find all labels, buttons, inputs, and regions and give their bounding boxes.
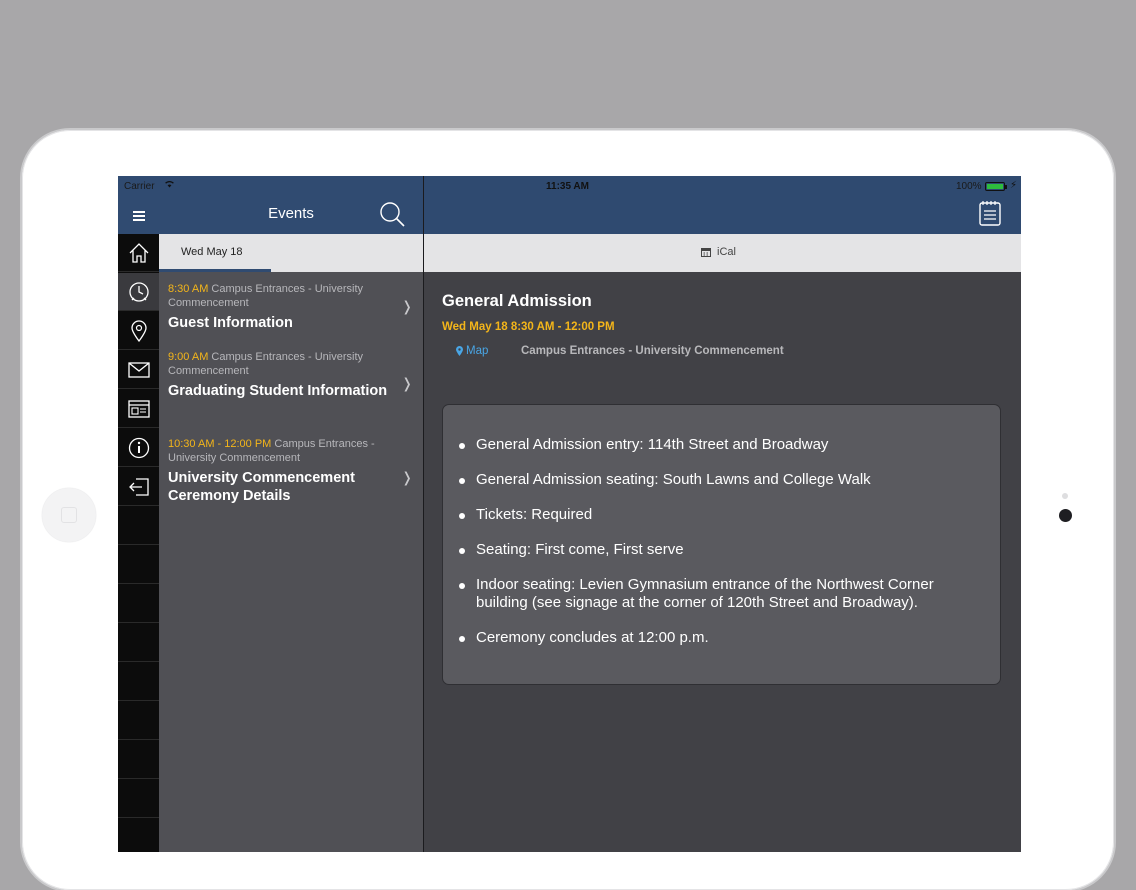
tab-date[interactable]: Wed May 18	[181, 246, 243, 258]
map-pin-icon	[130, 319, 147, 342]
detail-header	[424, 176, 1021, 234]
sidebar-slot	[118, 702, 159, 740]
list-item[interactable]: 10:30 AM - 12:00 PM Campus Entrances - U…	[159, 437, 423, 505]
wifi-icon	[164, 179, 175, 191]
event-meta: 10:30 AM - 12:00 PM Campus Entrances - U…	[168, 437, 399, 465]
notes-button[interactable]	[978, 200, 1002, 231]
notepad-icon	[979, 201, 1001, 226]
hamburger-icon	[132, 210, 145, 221]
event-meta: 9:00 AM Campus Entrances - University Co…	[168, 350, 399, 378]
app-screen: Carrier 11:35 AM 100% ⚡ Events Wed May 1…	[118, 176, 1021, 852]
clock-icon	[128, 281, 149, 302]
event-name: Graduating Student Information	[168, 383, 388, 399]
logout-icon	[128, 477, 149, 496]
mail-icon	[127, 361, 150, 378]
clock-time: 11:35 AM	[546, 181, 589, 192]
ical-button[interactable]: iCal	[701, 246, 736, 258]
sidebar-logout[interactable]	[118, 468, 159, 506]
info-icon	[128, 437, 149, 458]
bullet-item: Indoor seating: Levien Gymnasium entranc…	[459, 576, 978, 612]
sidebar-slot	[118, 546, 159, 584]
bullet-item: Seating: First come, First serve	[459, 541, 978, 559]
bullet-item: Ceremony concludes at 12:00 p.m.	[459, 629, 978, 647]
event-name: University Commencement Ceremony Details	[168, 470, 355, 504]
menu-button[interactable]	[118, 197, 159, 234]
event-time: 8:30 AM	[168, 283, 209, 295]
chevron-right-icon: ❭	[401, 469, 413, 485]
home-icon	[129, 242, 148, 263]
event-name: Guest Information	[168, 315, 293, 331]
list-item[interactable]: 8:30 AM Campus Entrances - University Co…	[159, 282, 423, 332]
battery-percent: 100%	[956, 181, 982, 192]
home-button[interactable]	[42, 488, 96, 542]
chevron-right-icon: ❭	[401, 375, 413, 391]
search-button[interactable]	[378, 200, 406, 233]
event-detail: General Admission Wed May 18 8:30 AM - 1…	[424, 272, 1021, 852]
sidebar-slot	[118, 624, 159, 662]
search-icon	[380, 202, 405, 227]
sidebar-slot	[118, 741, 159, 779]
bullet-item: Tickets: Required	[459, 506, 978, 524]
date-tab-bar: Wed May 18	[159, 234, 423, 272]
bullet-list: General Admission entry: 114th Street an…	[443, 405, 1000, 647]
sidebar-map[interactable]	[118, 312, 159, 350]
sidebar-info[interactable]	[118, 429, 159, 467]
calendar-icon	[701, 248, 711, 257]
charging-icon: ⚡	[1010, 180, 1018, 191]
carrier-label: Carrier	[124, 181, 155, 192]
event-meta: 8:30 AM Campus Entrances - University Co…	[168, 282, 399, 310]
sidebar-home[interactable]	[118, 234, 159, 272]
map-label: Map	[466, 345, 489, 357]
ical-label: iCal	[717, 246, 736, 258]
event-location: Campus Entrances - University Commenceme…	[521, 345, 784, 357]
sidebar-mail[interactable]	[118, 351, 159, 389]
battery-icon	[985, 182, 1007, 191]
sidebar-events[interactable]	[118, 273, 159, 311]
web-icon	[127, 399, 150, 418]
bullet-item: General Admission seating: South Lawns a…	[459, 471, 978, 489]
ical-bar: iCal	[424, 234, 1021, 272]
events-list: 8:30 AM Campus Entrances - University Co…	[159, 272, 423, 852]
event-time: 9:00 AM	[168, 351, 209, 363]
camera	[1059, 509, 1072, 522]
bullet-item: General Admission entry: 114th Street an…	[459, 436, 978, 454]
sensor	[1062, 493, 1068, 499]
event-datetime: Wed May 18 8:30 AM - 12:00 PM	[442, 321, 615, 333]
sidebar-slot	[118, 780, 159, 818]
sidebar-web[interactable]	[118, 390, 159, 428]
event-time: 10:30 AM - 12:00 PM	[168, 438, 272, 450]
event-description-card: General Admission entry: 114th Street an…	[442, 404, 1001, 685]
map-pin-icon	[456, 346, 463, 356]
sidebar-slot	[118, 507, 159, 545]
chevron-right-icon: ❭	[401, 298, 413, 314]
event-title: General Admission	[442, 292, 592, 310]
map-link[interactable]: Map	[456, 345, 488, 357]
sidebar-slot	[118, 663, 159, 701]
list-item[interactable]: 9:00 AM Campus Entrances - University Co…	[159, 350, 423, 400]
sidebar-slot	[118, 585, 159, 623]
